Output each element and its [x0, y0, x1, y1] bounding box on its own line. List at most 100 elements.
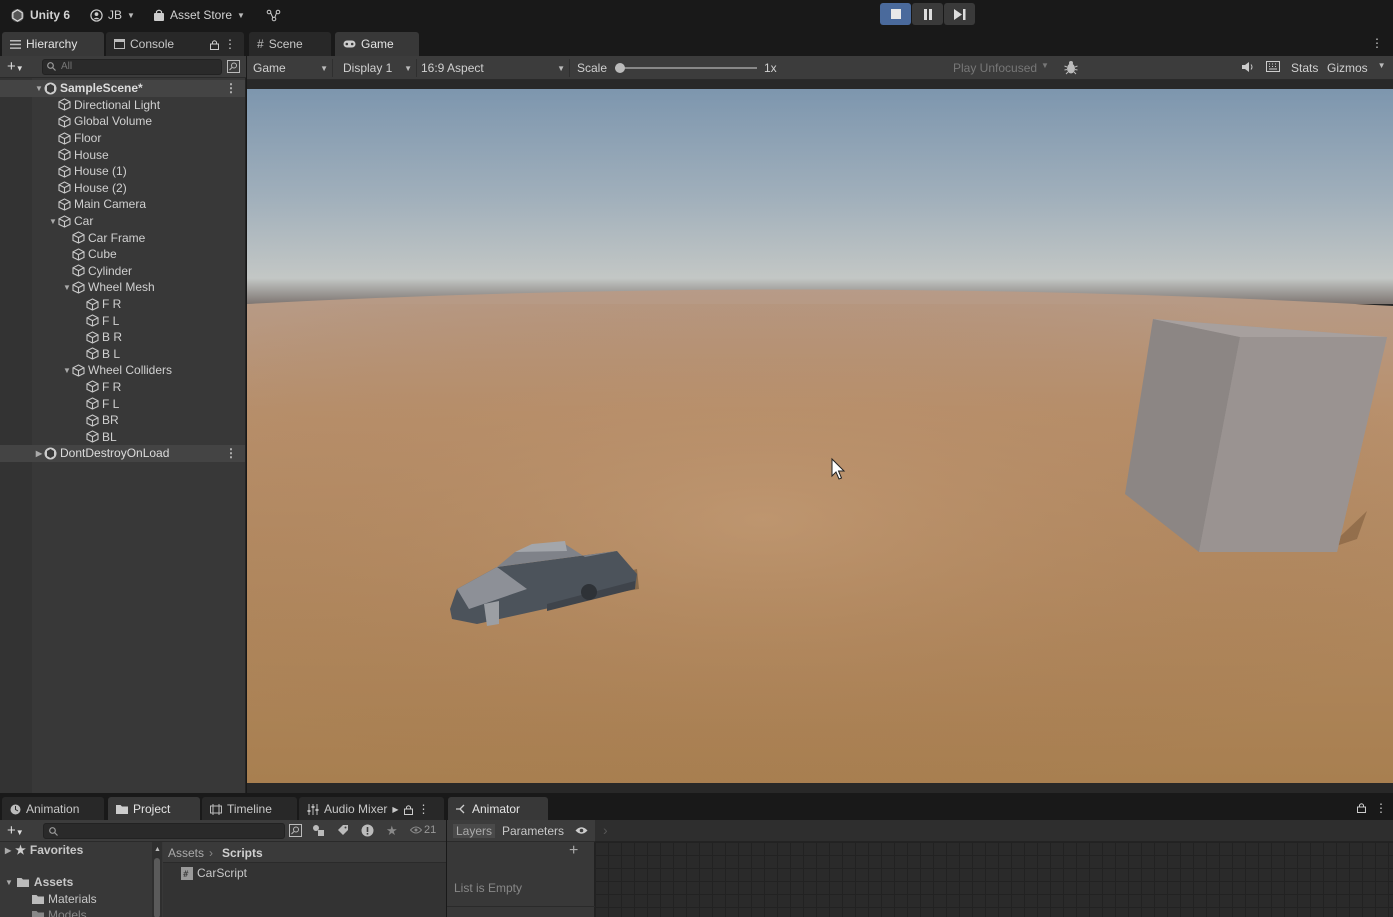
game-viewport[interactable]	[247, 89, 1393, 783]
lock-icon[interactable]	[210, 39, 219, 50]
tab-audio-mixer[interactable]: Audio Mixer ▶ ⋮	[299, 797, 444, 821]
chevron-right-icon[interactable]: ▶	[392, 805, 398, 814]
tab-layers[interactable]: Layers	[453, 824, 496, 838]
kebab-menu-icon[interactable]: ⋮	[1375, 801, 1387, 815]
lock-icon[interactable]	[1357, 802, 1366, 813]
expand-arrow-icon[interactable]: ▶	[5, 846, 11, 855]
breadcrumb-current[interactable]: Scripts	[222, 846, 263, 860]
models-folder-item[interactable]: Models	[32, 908, 87, 917]
keyboard-icon[interactable]	[1266, 61, 1280, 72]
add-object-button[interactable]: +▼	[7, 58, 24, 75]
favorites-item[interactable]: ▶ ★ Favorites	[5, 843, 83, 857]
search-icon	[47, 62, 56, 71]
tree-item[interactable]: Directional Light	[0, 97, 245, 114]
folder-icon	[32, 894, 44, 904]
gizmos-dropdown[interactable]: Gizmos ▼	[1327, 61, 1386, 75]
eye-icon[interactable]	[575, 826, 588, 835]
project-search-input[interactable]	[43, 823, 285, 839]
account-dropdown[interactable]: JB ▼	[90, 6, 135, 24]
slider-thumb[interactable]	[615, 63, 625, 73]
gameobject-cube-icon	[86, 331, 99, 344]
tree-item[interactable]: ▼ Wheel Mesh	[0, 279, 245, 296]
kebab-menu-icon[interactable]: ⋮	[1371, 36, 1383, 50]
display-dropdown[interactable]: Display 1 ▼	[339, 59, 417, 77]
scene-search-icon[interactable]	[289, 824, 302, 837]
expand-arrow-icon[interactable]: ▼	[62, 283, 72, 292]
kebab-menu-icon[interactable]: ⋮	[224, 37, 236, 51]
expand-arrow-icon[interactable]: ▼	[5, 878, 13, 887]
scrollbar[interactable]: ▲	[152, 842, 162, 917]
create-asset-button[interactable]: +▼	[7, 822, 24, 839]
favorite-star-icon[interactable]: ★	[386, 823, 398, 839]
tree-item[interactable]: F L	[0, 395, 245, 412]
kebab-menu-icon[interactable]: ⋮	[225, 446, 237, 460]
view-type-dropdown[interactable]: Game ▼	[249, 59, 333, 77]
expand-arrow-icon[interactable]: ▼	[34, 84, 44, 93]
tab-hierarchy[interactable]: Hierarchy	[2, 32, 104, 56]
tree-item[interactable]: Floor	[0, 130, 245, 147]
tree-item[interactable]: F R	[0, 296, 245, 313]
file-label: CarScript	[197, 866, 248, 880]
scene-search-icon[interactable]	[227, 60, 240, 73]
tab-game[interactable]: Game	[335, 32, 419, 56]
tree-item[interactable]: B L	[0, 346, 245, 363]
tree-item[interactable]: House	[0, 146, 245, 163]
assets-folder-item[interactable]: ▼ Assets	[5, 875, 73, 889]
game-render	[247, 89, 1393, 783]
scale-slider[interactable]	[615, 63, 757, 73]
step-button[interactable]	[944, 3, 975, 25]
tree-item-dontdestroyonload[interactable]: ▶ DontDestroyOnLoad ⋮	[0, 445, 245, 462]
stats-button[interactable]: Stats	[1291, 61, 1318, 75]
play-mode-dropdown[interactable]: Play Unfocused ▼	[953, 61, 1049, 75]
tree-item[interactable]: BL	[0, 428, 245, 445]
tree-item[interactable]: Car Frame	[0, 229, 245, 246]
tree-item-scene[interactable]: ▼ SampleScene* ⋮	[0, 80, 245, 97]
tree-item[interactable]: Main Camera	[0, 196, 245, 213]
tree-item[interactable]: F L	[0, 312, 245, 329]
hidden-packages-toggle[interactable]: 21	[410, 824, 436, 836]
tree-item[interactable]: B R	[0, 329, 245, 346]
tab-animation[interactable]: Animation	[2, 797, 104, 821]
asset-store-dropdown[interactable]: Asset Store ▼	[153, 6, 245, 24]
tree-item[interactable]: ▼ Wheel Colliders	[0, 362, 245, 379]
expand-arrow-icon[interactable]: ▼	[62, 366, 72, 375]
animator-graph-canvas[interactable]	[595, 842, 1393, 917]
version-control-button[interactable]	[266, 6, 281, 24]
tree-item[interactable]: Cube	[0, 246, 245, 263]
pause-button[interactable]	[912, 3, 943, 25]
scrollbar-thumb[interactable]	[154, 858, 160, 917]
breadcrumb-root[interactable]: Assets	[168, 846, 204, 860]
tree-item[interactable]: House (2)	[0, 180, 245, 197]
materials-folder-item[interactable]: Materials	[32, 892, 97, 906]
lock-icon[interactable]	[403, 804, 413, 815]
aspect-dropdown[interactable]: 16:9 Aspect ▼	[417, 59, 570, 77]
kebab-menu-icon[interactable]: ⋮	[418, 802, 430, 816]
expand-arrow-icon[interactable]: ▼	[48, 217, 58, 226]
chevron-down-icon: ▼	[404, 63, 412, 73]
hierarchy-search-input[interactable]: All	[42, 59, 222, 75]
audio-mute-icon[interactable]	[1241, 61, 1254, 73]
info-icon[interactable]	[361, 824, 374, 837]
tree-item[interactable]: Cylinder	[0, 263, 245, 280]
tag-icon[interactable]	[337, 824, 349, 836]
tree-item[interactable]: ▼ Car	[0, 213, 245, 230]
file-item[interactable]: # CarScript	[181, 866, 247, 880]
tab-scene[interactable]: # Scene	[249, 32, 331, 56]
tree-item[interactable]: BR	[0, 412, 245, 429]
tree-item[interactable]: Global Volume	[0, 113, 245, 130]
scroll-up-icon[interactable]: ▲	[154, 846, 161, 853]
tab-animator[interactable]: Animator	[448, 797, 548, 821]
tab-project[interactable]: Project	[108, 797, 200, 821]
tab-timeline[interactable]: Timeline	[202, 797, 297, 821]
kebab-menu-icon[interactable]: ⋮	[225, 81, 237, 95]
tree-item[interactable]: F R	[0, 379, 245, 396]
bug-icon[interactable]	[1064, 60, 1078, 75]
add-parameter-button[interactable]: +	[569, 842, 578, 860]
tab-console[interactable]: Console ⋮	[106, 32, 244, 56]
tab-parameters[interactable]: Parameters	[502, 824, 564, 838]
play-button[interactable]	[880, 3, 911, 25]
tree-item[interactable]: House (1)	[0, 163, 245, 180]
filter-by-type-icon[interactable]	[312, 824, 325, 837]
expand-arrow-icon[interactable]: ▶	[34, 449, 44, 458]
unity-menu[interactable]: Unity 6	[10, 6, 70, 24]
